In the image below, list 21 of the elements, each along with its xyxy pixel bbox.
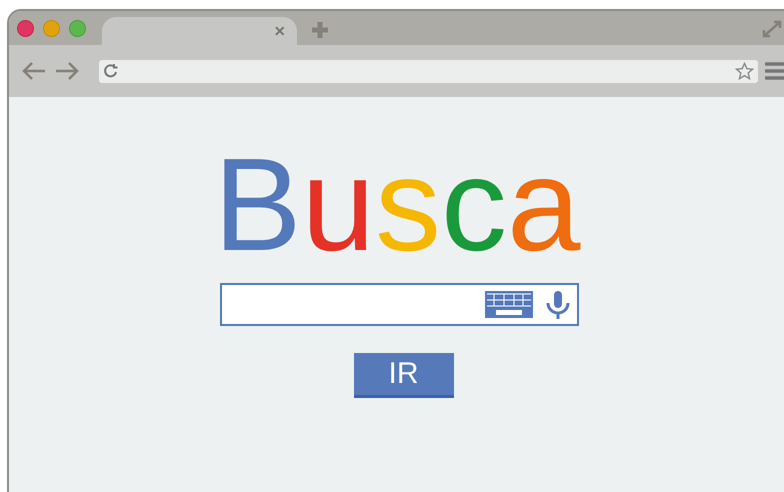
- logo-letter: u: [302, 139, 376, 271]
- logo-letter: s: [375, 139, 442, 271]
- star-icon[interactable]: [735, 62, 754, 80]
- new-tab-icon[interactable]: [311, 21, 329, 39]
- browser-tab[interactable]: ×: [102, 17, 297, 45]
- menu-icon[interactable]: [765, 61, 784, 81]
- tab-close-button[interactable]: ×: [274, 22, 285, 40]
- keyboard-icon[interactable]: [484, 291, 532, 318]
- search-button[interactable]: IR: [354, 353, 454, 398]
- back-icon[interactable]: [22, 62, 46, 80]
- microphone-icon[interactable]: [544, 290, 570, 319]
- zoom-window-button[interactable]: [69, 20, 86, 37]
- minimize-window-button[interactable]: [43, 20, 60, 37]
- logo-letter: a: [507, 139, 580, 271]
- logo-letter: B: [214, 139, 302, 271]
- reload-icon[interactable]: [103, 63, 119, 79]
- close-window-button[interactable]: [17, 20, 34, 37]
- search-field[interactable]: [220, 283, 578, 326]
- forward-icon[interactable]: [55, 62, 79, 80]
- logo-letter: c: [441, 139, 508, 271]
- expand-icon[interactable]: [761, 19, 783, 39]
